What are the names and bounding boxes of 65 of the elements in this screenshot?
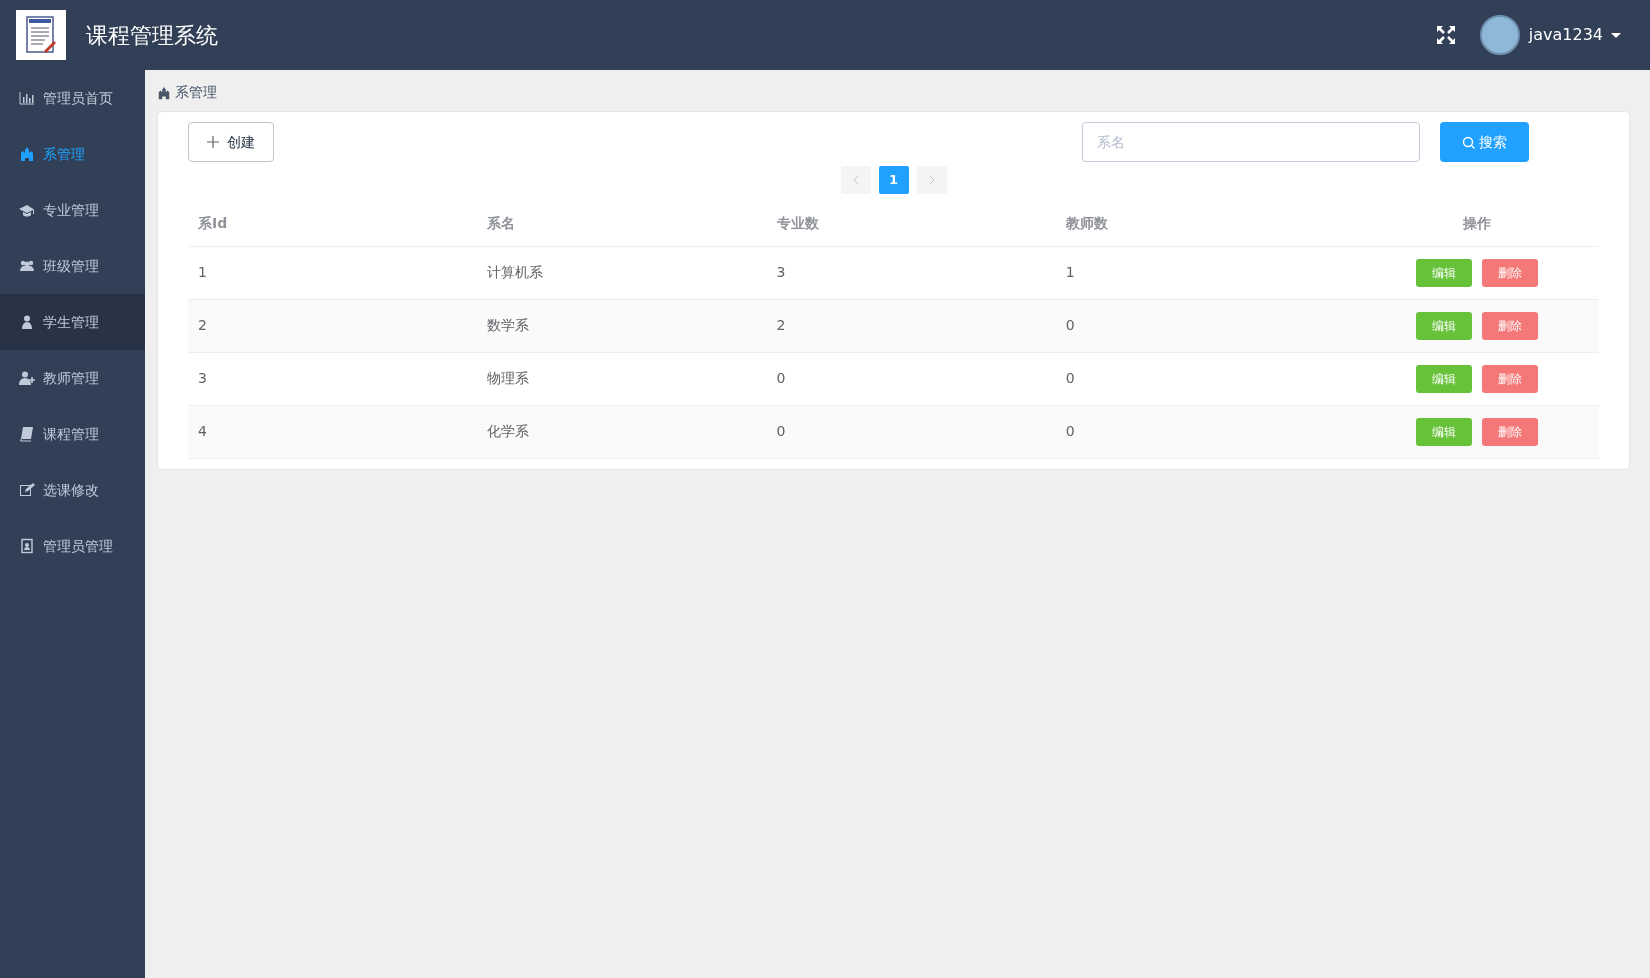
table-cell: 化学系 (477, 405, 767, 458)
bar-chart-icon (19, 90, 35, 106)
sidebar-item[interactable]: 系管理 (0, 126, 145, 182)
sidebar-item[interactable]: 课程管理 (0, 406, 145, 462)
table-cell: 2 (766, 299, 1056, 352)
document-icon (24, 15, 58, 55)
sidebar-item[interactable]: 管理员管理 (0, 518, 145, 574)
table-cell: 3 (188, 352, 478, 405)
table-cell: 1 (188, 246, 478, 299)
id-badge-icon (19, 538, 35, 554)
delete-button[interactable]: 删除 (1481, 258, 1538, 287)
table-cell: 0 (766, 405, 1056, 458)
table-cell: 物理系 (477, 352, 767, 405)
edit-button[interactable]: 编辑 (1415, 417, 1472, 446)
chevron-left-icon (851, 175, 860, 185)
sidebar-item[interactable]: 学生管理 (0, 294, 145, 350)
next-page-button[interactable] (916, 166, 947, 194)
caret-icon (1611, 32, 1621, 38)
column-header: 教师数 (1055, 202, 1345, 246)
app-title: 课程管理系统 (86, 21, 218, 50)
user-icon (19, 314, 35, 330)
column-header: 操作 (1345, 202, 1599, 246)
table-cell: 4 (188, 405, 478, 458)
sidebar-item[interactable]: 选课修改 (0, 462, 145, 518)
sidebar-item[interactable]: 专业管理 (0, 182, 145, 238)
column-header: 系Id (188, 202, 478, 246)
graduation-cap-icon (19, 202, 35, 218)
castle-icon (157, 85, 171, 100)
search-field[interactable]: 系名 (1082, 122, 1420, 162)
delete-button[interactable]: 删除 (1481, 417, 1538, 446)
search-icon (1462, 135, 1475, 149)
edit-button[interactable]: 编辑 (1415, 258, 1472, 287)
chevron-right-icon (927, 175, 936, 185)
column-header: 专业数 (766, 202, 1056, 246)
table-cell: 3 (766, 246, 1056, 299)
group-icon (19, 258, 35, 274)
table-cell: 0 (766, 352, 1056, 405)
breadcrumb: 系管理 (175, 83, 217, 102)
table-cell: 0 (1055, 299, 1345, 352)
book-icon (19, 426, 35, 442)
table-cell: 0 (1055, 405, 1345, 458)
plus-icon (207, 136, 219, 148)
search-button[interactable]: 搜索 (1440, 122, 1529, 162)
table-cell: 数学系 (477, 299, 767, 352)
user-menu[interactable]: java1234 (1523, 18, 1626, 52)
fullscreen-icon[interactable] (1435, 25, 1456, 45)
edit-button[interactable]: 编辑 (1415, 364, 1472, 393)
delete-button[interactable]: 删除 (1481, 311, 1538, 340)
sidebar-item[interactable]: 班级管理 (0, 238, 145, 294)
avatar (1479, 15, 1520, 55)
table-cell: 1 (1055, 246, 1345, 299)
delete-button[interactable]: 删除 (1481, 364, 1538, 393)
create-button[interactable]: 创建 (188, 122, 274, 162)
user-plus-icon (19, 370, 35, 386)
table-cell: 2 (188, 299, 478, 352)
table-cell: 计算机系 (477, 246, 767, 299)
table-cell: 0 (1055, 352, 1345, 405)
sidebar-item[interactable]: 管理员首页 (0, 70, 145, 126)
column-header: 系名 (477, 202, 767, 246)
sidebar-item[interactable]: 教师管理 (0, 350, 145, 406)
edit-button[interactable]: 编辑 (1415, 311, 1472, 340)
edit-icon (19, 482, 35, 498)
previous-page-button[interactable] (840, 166, 871, 194)
page-button[interactable]: 1 (878, 166, 909, 194)
castle-icon (19, 146, 35, 162)
